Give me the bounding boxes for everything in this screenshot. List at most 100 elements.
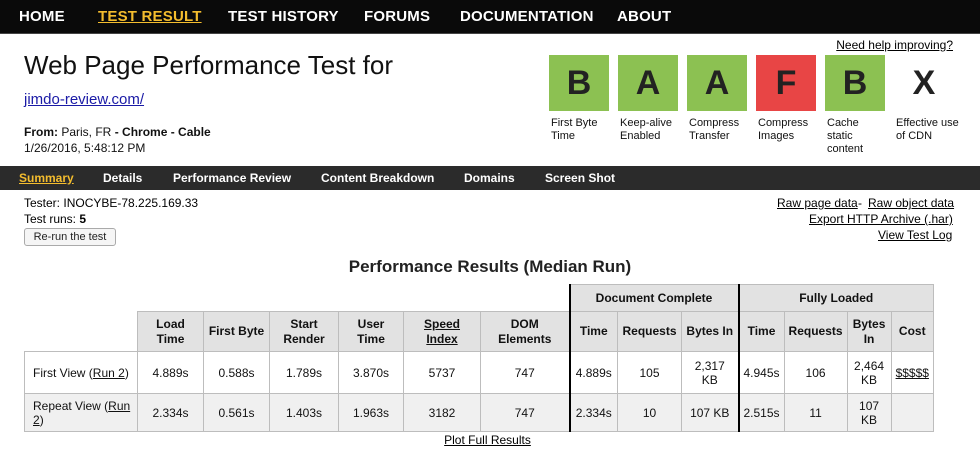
col-full-bytes: Bytes In: [846, 311, 892, 352]
tab-screen-shot[interactable]: Screen Shot: [545, 171, 615, 185]
table-group-header-row: Document Complete Fully Loaded: [25, 284, 934, 312]
cell-speed-index: 5737: [403, 351, 481, 394]
grade-label-first-byte: First Byte Time: [551, 117, 598, 142]
grade-label-compress-transfer: Compress Transfer: [689, 117, 740, 142]
cell-full-bytes: 107 KB: [846, 393, 892, 432]
results-title: Performance Results (Median Run): [348, 257, 632, 276]
grade-label-cdn: Effective use of CDN: [896, 117, 959, 142]
row-label-text: First View (: [33, 365, 93, 380]
grade-keep-alive[interactable]: A: [618, 55, 678, 111]
grade-compress-transfer[interactable]: A: [687, 55, 747, 111]
nav-about[interactable]: ABOUT: [617, 8, 671, 25]
cell-first-byte: 0.561s: [203, 393, 270, 432]
grade-label-compress-images: Compress Images: [758, 117, 809, 142]
cell-cost[interactable]: $$$$$: [890, 351, 934, 394]
group-document-complete: Document Complete: [568, 284, 740, 312]
cell-user-time: 1.963s: [338, 393, 404, 432]
raw-page-data-link[interactable]: Raw page data: [777, 196, 858, 210]
col-load-time: Load Time: [137, 311, 204, 352]
table-header-row: Load Time First Byte Start Render User T…: [25, 311, 934, 352]
grade-first-byte[interactable]: B: [549, 55, 609, 111]
results-table: Document Complete Fully Loaded Load Time…: [24, 284, 934, 432]
col-full-requests: Requests: [783, 311, 848, 352]
runs-value: 5: [79, 212, 87, 226]
connection-text: Cable: [178, 125, 211, 139]
need-help-link[interactable]: Need help improving?: [836, 38, 953, 52]
sub-nav: Summary Details Performance Review Conte…: [0, 166, 980, 190]
run-link[interactable]: Run 2: [93, 366, 125, 380]
row-label-text: Repeat View (: [33, 398, 109, 413]
nav-home[interactable]: HOME: [19, 8, 65, 25]
group-fully-loaded: Fully Loaded: [738, 284, 934, 312]
table-row: First View (Run 2) 4.889s 0.588s 1.789s …: [24, 351, 934, 394]
grade-compress-images[interactable]: F: [756, 55, 816, 111]
cell-speed-index: 3182: [403, 393, 481, 432]
grade-label-keep-alive: Keep-alive Enabled: [620, 117, 672, 142]
cell-doc-requests: 10: [617, 393, 682, 432]
cell-full-bytes: 2,464 KB: [846, 351, 892, 394]
nav-documentation[interactable]: DOCUMENTATION: [460, 8, 594, 25]
runs-label: Test runs:: [24, 212, 77, 226]
plot-full-results-link[interactable]: Plot Full Results: [0, 433, 975, 447]
raw-object-data-link[interactable]: Raw object data: [868, 196, 954, 210]
tab-summary[interactable]: Summary: [19, 171, 74, 185]
view-test-log-link[interactable]: View Test Log: [878, 228, 952, 242]
cell-start-render: 1.789s: [269, 351, 339, 394]
top-nav: HOME TEST RESULT TEST HISTORY FORUMS DOC…: [0, 0, 980, 34]
cell-load-time: 2.334s: [137, 393, 204, 432]
separator: -: [111, 125, 123, 139]
tester-value: INOCYBE-78.225.169.33: [63, 196, 199, 210]
row-label-repeat-view: Repeat View (Run 2): [24, 393, 138, 432]
tested-site-link[interactable]: jimdo-review.com/: [24, 91, 144, 108]
col-cost: Cost: [890, 311, 934, 352]
browser-text: Chrome: [122, 125, 168, 139]
export-har-link[interactable]: Export HTTP Archive (.har): [809, 212, 953, 226]
cell-first-byte: 0.588s: [203, 351, 270, 394]
tab-details[interactable]: Details: [103, 171, 142, 185]
cell-doc-bytes: 107 KB: [681, 393, 740, 432]
cell-doc-time: 4.889s: [568, 351, 618, 394]
cell-doc-bytes: 2,317 KB: [681, 351, 740, 394]
location-text: Paris, FR: [61, 125, 112, 139]
cell-user-time: 3.870s: [338, 351, 404, 394]
grade-cache-static[interactable]: B: [825, 55, 885, 111]
cell-dom-elements: 747: [480, 393, 570, 432]
test-date: 1/26/2016, 5:48:12 PM: [24, 141, 146, 155]
separator: -: [167, 125, 179, 139]
link-separator: -: [858, 196, 862, 210]
cell-dom-elements: 747: [480, 351, 570, 394]
nav-test-history[interactable]: TEST HISTORY: [228, 8, 339, 25]
cell-doc-time: 2.334s: [568, 393, 618, 432]
cell-cost: [890, 393, 934, 432]
cell-full-time: 2.515s: [738, 393, 785, 432]
col-full-time: Time: [738, 311, 785, 352]
tab-content-breakdown[interactable]: Content Breakdown: [321, 171, 434, 185]
table-row: Repeat View (Run 2) 2.334s 0.561s 1.403s…: [24, 393, 934, 432]
col-doc-time: Time: [568, 311, 618, 352]
col-doc-bytes: Bytes In: [681, 311, 740, 352]
cell-full-requests: 11: [783, 393, 848, 432]
rerun-test-button[interactable]: Re-run the test: [24, 228, 116, 246]
tester-label: Tester:: [24, 196, 61, 210]
page-title: Web Page Performance Test for: [24, 50, 394, 80]
row-label-text: ): [39, 412, 44, 427]
col-start-render: Start Render: [269, 311, 339, 352]
test-runs-info: Test runs: 5: [24, 212, 86, 226]
cell-full-requests: 106: [783, 351, 848, 394]
nav-forums[interactable]: FORUMS: [364, 8, 430, 25]
from-label: From:: [24, 125, 58, 139]
col-speed-index[interactable]: Speed Index: [403, 311, 481, 352]
col-first-byte: First Byte: [203, 311, 270, 352]
col-dom-elements: DOM Elements: [480, 311, 570, 352]
row-label-text: ): [124, 365, 129, 380]
tab-performance-review[interactable]: Performance Review: [173, 171, 291, 185]
tab-domains[interactable]: Domains: [464, 171, 515, 185]
nav-test-result[interactable]: TEST RESULT: [98, 8, 202, 25]
test-location: From: Paris, FR - Chrome - Cable: [24, 125, 211, 139]
tester-info: Tester: INOCYBE-78.225.169.33: [24, 196, 198, 210]
col-user-time: User Time: [338, 311, 404, 352]
cell-doc-requests: 105: [617, 351, 682, 394]
grade-cdn[interactable]: X: [894, 55, 954, 111]
col-doc-requests: Requests: [617, 311, 682, 352]
cell-load-time: 4.889s: [137, 351, 204, 394]
